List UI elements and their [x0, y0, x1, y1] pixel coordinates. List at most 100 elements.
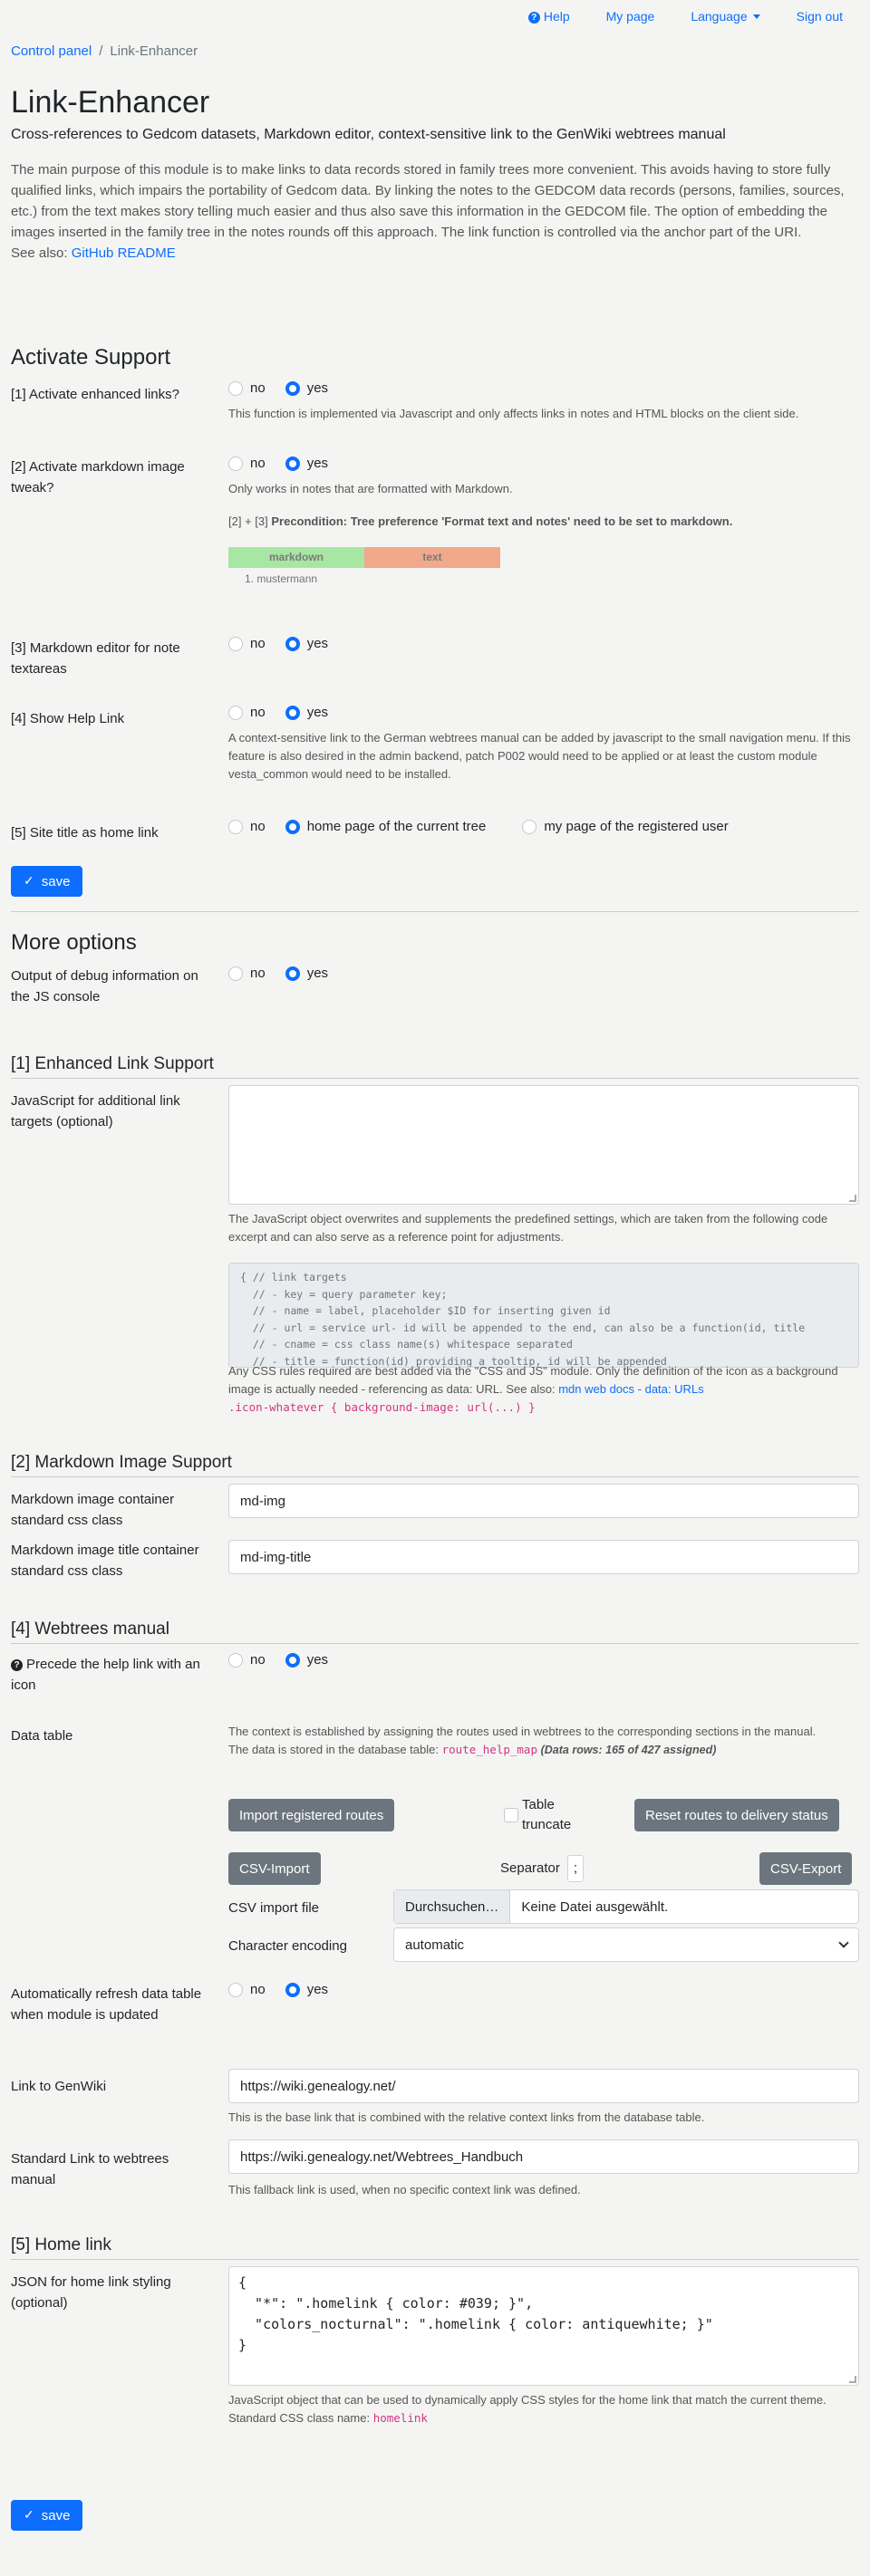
auto-refresh-yes[interactable]: yes: [285, 1980, 328, 1999]
show-help-link-no[interactable]: no: [228, 703, 266, 722]
std-class-name: homelink: [372, 2411, 428, 2425]
sign-out-link[interactable]: Sign out: [797, 8, 843, 26]
help-icon-yes[interactable]: yes: [285, 1650, 328, 1669]
markdown-editor-label: [3] Markdown editor for note textareas: [11, 640, 180, 677]
separator-label: Separator: [500, 1860, 560, 1876]
encoding-select[interactable]: automatic: [393, 1927, 859, 1962]
show-help-link-yes[interactable]: yes: [285, 703, 328, 722]
enhanced-links-radio-group: no yes: [228, 379, 348, 398]
my-page-link[interactable]: My page: [606, 8, 655, 26]
md-img-title-input[interactable]: md-img-title: [228, 1540, 859, 1574]
radio-on-icon: [285, 1652, 300, 1668]
enhanced-links-help: This function is implemented via Javascr…: [228, 407, 799, 420]
markdown-preview-header: markdown text: [228, 547, 500, 568]
radio-label-no: no: [250, 456, 266, 471]
markdown-image-yes[interactable]: yes: [285, 454, 328, 473]
intro-paragraph: The main purpose of this module is to ma…: [11, 162, 845, 240]
enhanced-links-yes[interactable]: yes: [285, 379, 328, 398]
radio-off-icon: [522, 819, 537, 834]
home-link-json-help: JavaScript object that can be used to dy…: [228, 2391, 859, 2427]
page-subtitle: Cross-references to Gedcom datasets, Mar…: [11, 127, 726, 142]
radio-off-icon: [228, 705, 243, 720]
site-title-no[interactable]: no: [228, 817, 266, 836]
home-link-json-textarea[interactable]: { "*": ".homelink { color: #039; }", "co…: [228, 2266, 859, 2386]
divider: [11, 1078, 859, 1079]
radio-off-icon: [228, 380, 243, 396]
debug-yes[interactable]: yes: [285, 964, 328, 983]
radio-label-yes: yes: [306, 1982, 329, 1997]
radio-label-yes: yes: [306, 966, 329, 981]
markdown-image-support-heading: [2] Markdown Image Support: [11, 1453, 232, 1472]
site-title-label: [5] Site title as home link: [11, 825, 159, 841]
data-table-help: The context is established by assigning …: [228, 1723, 859, 1759]
save-label: save: [41, 2507, 71, 2523]
md-img-title-label: Markdown image title container standard …: [11, 1543, 199, 1579]
activate-support-heading: Activate Support: [11, 345, 171, 370]
help-label: Help: [543, 9, 570, 24]
js-link-targets-textarea[interactable]: [228, 1085, 859, 1205]
language-menu[interactable]: Language: [691, 8, 760, 26]
markdown-image-radio-group: no yes: [228, 454, 348, 473]
csv-export-button[interactable]: CSV-Export: [759, 1852, 853, 1885]
radio-label-no: no: [250, 1652, 266, 1668]
divider: [11, 1643, 859, 1644]
text-column: text: [364, 547, 500, 568]
intro-text: The main purpose of this module is to ma…: [11, 159, 863, 264]
separator-input[interactable]: ;: [567, 1855, 584, 1882]
genwiki-help: This is the base link that is combined w…: [228, 2110, 705, 2124]
radio-label-yes: yes: [306, 456, 329, 471]
radio-label-yes: yes: [306, 705, 329, 720]
site-title-my-page[interactable]: my page of the registered user: [522, 817, 729, 836]
radio-label-no: no: [250, 1982, 266, 1997]
enhanced-link-support-heading: [1] Enhanced Link Support: [11, 1054, 214, 1073]
markdown-editor-no[interactable]: no: [228, 634, 266, 653]
radio-on-icon: [285, 966, 300, 981]
breadcrumb: Control panel / Link-Enhancer: [11, 42, 198, 61]
question-icon: ?: [11, 1659, 23, 1671]
home-link-json-label: JSON for home link styling (optional): [11, 2274, 171, 2311]
debug-no[interactable]: no: [228, 964, 266, 983]
markdown-editor-yes[interactable]: yes: [285, 634, 328, 653]
genwiki-input[interactable]: https://wiki.genealogy.net/: [228, 2069, 859, 2103]
import-routes-button[interactable]: Import registered routes: [228, 1799, 395, 1831]
auto-refresh-no[interactable]: no: [228, 1980, 266, 1999]
md-img-container-input[interactable]: md-img: [228, 1484, 859, 1518]
save-button-top[interactable]: ✓ save: [11, 866, 83, 897]
std-link-help: This fallback link is used, when no spec…: [228, 2183, 581, 2196]
truncate-label: Table truncate: [522, 1797, 572, 1832]
std-class-label: Standard CSS class name:: [228, 2411, 371, 2425]
resize-handle-icon[interactable]: [849, 2376, 856, 2383]
radio-on-icon: [285, 456, 300, 471]
js-link-targets-label: JavaScript for additional link targets (…: [11, 1093, 180, 1129]
save-button-bottom[interactable]: ✓ save: [11, 2500, 83, 2531]
help-icon-no[interactable]: no: [228, 1650, 266, 1669]
enhanced-links-no[interactable]: no: [228, 379, 266, 398]
site-title-radio-group: no home page of the current tree my page…: [228, 817, 749, 836]
radio-on-icon: [285, 380, 300, 396]
css-example: .icon-whatever { background-image: url(.…: [228, 1400, 536, 1414]
github-readme-link[interactable]: GitHub README: [72, 245, 176, 261]
check-icon: ✓: [24, 2507, 34, 2523]
help-icon: ?: [527, 12, 540, 24]
radio-label-no: no: [250, 636, 266, 651]
std-link-input[interactable]: https://wiki.genealogy.net/Webtrees_Hand…: [228, 2139, 859, 2174]
help-icon-radio-group: no yes: [228, 1650, 348, 1669]
browse-button[interactable]: Durchsuchen…: [394, 1890, 511, 1923]
enhanced-links-label: [1] Activate enhanced links?: [11, 387, 179, 402]
file-name: Keine Datei ausgewählt.: [521, 1899, 669, 1915]
resize-handle-icon[interactable]: [849, 1195, 856, 1202]
csv-file-input[interactable]: Durchsuchen… Keine Datei ausgewählt.: [393, 1889, 859, 1924]
chevron-down-icon: [752, 14, 760, 20]
divider: [11, 911, 859, 912]
markdown-preview: markdown text 1. mustermann: [228, 547, 500, 587]
markdown-image-no[interactable]: no: [228, 454, 266, 473]
truncate-checkbox[interactable]: [504, 1808, 518, 1822]
reset-routes-button[interactable]: Reset routes to delivery status: [634, 1799, 839, 1831]
help-link[interactable]: ? Help: [527, 8, 570, 26]
chevron-down-icon: [838, 1937, 849, 1948]
site-title-home-page[interactable]: home page of the current tree: [285, 817, 486, 836]
mdn-data-urls-link[interactable]: mdn web docs - data: URLs: [558, 1382, 703, 1396]
csv-import-button[interactable]: CSV-Import: [228, 1852, 321, 1885]
breadcrumb-control-panel[interactable]: Control panel: [11, 43, 92, 59]
radio-on-icon: [285, 705, 300, 720]
